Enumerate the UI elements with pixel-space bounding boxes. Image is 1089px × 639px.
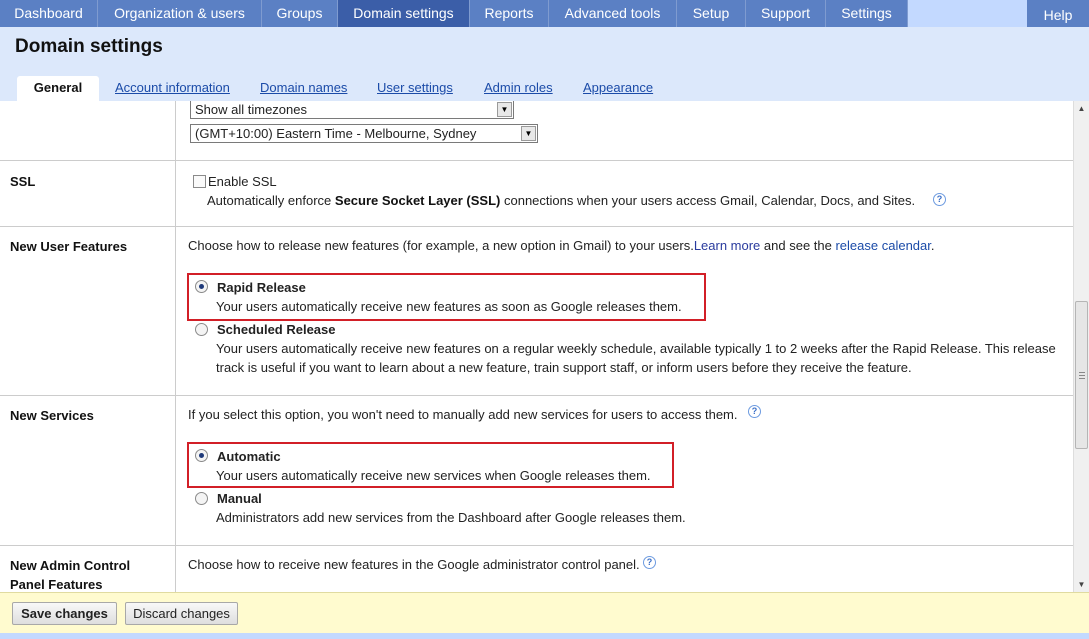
new-admin-label-line1: New Admin Control [10, 558, 131, 573]
ssl-description: Automatically enforce Secure Socket Laye… [207, 193, 915, 208]
dropdown-arrow-icon: ▼ [521, 126, 536, 141]
page-title: Domain settings [15, 36, 163, 57]
nav-organization-users[interactable]: Organization & users [98, 0, 262, 27]
manual-title: Manual [217, 491, 262, 506]
ssl-desc-before: Automatically enforce [207, 193, 335, 208]
automatic-title: Automatic [217, 449, 281, 464]
row-divider [0, 160, 1073, 161]
tab-user-settings[interactable]: User settings [377, 80, 453, 95]
scroll-down-icon[interactable]: ▼ [1074, 577, 1089, 592]
scheduled-release-desc-line1: Your users automatically receive new fea… [216, 341, 1056, 356]
grip-icon [1079, 372, 1085, 379]
manual-radio[interactable] [195, 492, 208, 505]
release-calendar-link[interactable]: release calendar [835, 238, 930, 253]
ssl-desc-bold: Secure Socket Layer (SSL) [334, 193, 501, 208]
nav-advanced-tools[interactable]: Advanced tools [549, 0, 677, 27]
new-user-features-intro: Choose how to release new features (for … [188, 238, 935, 253]
nav-support[interactable]: Support [746, 0, 826, 27]
tab-account-information[interactable]: Account information [115, 80, 230, 95]
save-changes-button[interactable]: Save changes [12, 602, 117, 625]
nav-settings[interactable]: Settings [826, 0, 908, 27]
new-admin-intro: Choose how to receive new features in th… [188, 557, 640, 572]
row-divider [0, 395, 1073, 396]
new-admin-label: New Admin Control Panel Features [10, 556, 130, 592]
new-admin-label-line2: Panel Features [10, 577, 103, 592]
nav-reports[interactable]: Reports [470, 0, 549, 27]
help-link[interactable]: Help [1027, 0, 1089, 27]
dropdown-arrow-icon: ▼ [497, 102, 512, 117]
manual-desc: Administrators add new services from the… [216, 510, 686, 525]
timezone-value: (GMT+10:00) Eastern Time - Melbourne, Sy… [195, 126, 477, 141]
enable-ssl-label: Enable SSL [208, 174, 277, 189]
column-divider [175, 101, 176, 592]
new-services-intro: If you select this option, you won't nee… [188, 407, 738, 422]
tab-general[interactable]: General [17, 76, 99, 102]
row-divider [0, 545, 1073, 546]
content-scrollbar[interactable]: ▲ ▼ [1073, 101, 1089, 592]
ssl-help-icon[interactable]: ? [933, 193, 946, 206]
scheduled-release-desc-line2: track is useful if you want to learn abo… [216, 360, 912, 375]
row-divider [0, 226, 1073, 227]
ssl-desc-after: connections when your users access Gmail… [500, 193, 916, 208]
bottom-border [0, 633, 1089, 639]
timezone-filter-value: Show all timezones [195, 102, 307, 117]
enable-ssl-checkbox[interactable] [193, 175, 206, 188]
ssl-label: SSL [10, 174, 36, 189]
and-see-text: and see the [760, 238, 836, 253]
discard-changes-button[interactable]: Discard changes [125, 602, 238, 625]
timezone-filter-select[interactable]: Show all timezones ▼ [190, 101, 514, 119]
settings-panel: Show all timezones ▼ (GMT+10:00) Eastern… [0, 101, 1073, 592]
nav-groups[interactable]: Groups [262, 0, 338, 27]
new-services-help-icon[interactable]: ? [748, 405, 761, 418]
scheduled-release-title: Scheduled Release [217, 322, 336, 337]
scrollbar-thumb[interactable] [1075, 301, 1088, 449]
rapid-release-desc: Your users automatically receive new fea… [216, 299, 682, 314]
nav-setup[interactable]: Setup [677, 0, 746, 27]
period-text: . [930, 238, 935, 253]
new-user-features-label: New User Features [10, 239, 128, 254]
tab-admin-roles[interactable]: Admin roles [484, 80, 553, 95]
automatic-desc: Your users automatically receive new ser… [216, 468, 651, 483]
top-navigation: Dashboard Organization & users Groups Do… [0, 0, 1089, 27]
tab-domain-names[interactable]: Domain names [260, 80, 347, 95]
nav-dashboard[interactable]: Dashboard [0, 0, 98, 27]
action-footer: Save changes Discard changes [0, 592, 1089, 639]
automatic-radio[interactable] [195, 449, 208, 462]
tab-appearance[interactable]: Appearance [583, 80, 653, 95]
scheduled-release-radio[interactable] [195, 323, 208, 336]
learn-more-link[interactable]: Learn more [694, 238, 760, 253]
timezone-select[interactable]: (GMT+10:00) Eastern Time - Melbourne, Sy… [190, 124, 538, 143]
nav-domain-settings[interactable]: Domain settings [338, 0, 470, 27]
scroll-up-icon[interactable]: ▲ [1074, 101, 1089, 116]
new-user-features-intro-text: Choose how to release new features (for … [188, 238, 694, 253]
new-services-label: New Services [10, 408, 94, 423]
rapid-release-radio[interactable] [195, 280, 208, 293]
new-admin-help-icon[interactable]: ? [643, 556, 656, 569]
rapid-release-title: Rapid Release [217, 280, 306, 295]
